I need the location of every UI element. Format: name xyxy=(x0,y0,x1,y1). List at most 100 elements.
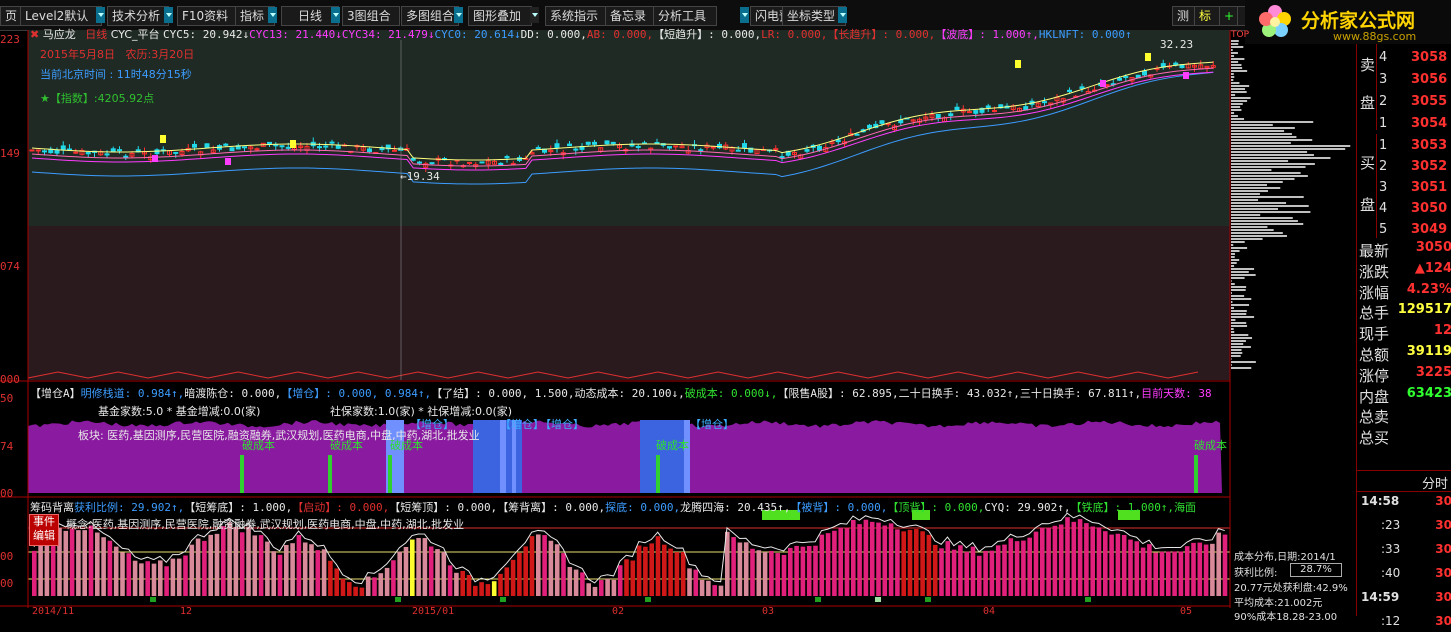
orderbook-row[interactable]: 23055 xyxy=(1379,92,1451,112)
candle xyxy=(393,150,397,151)
candle xyxy=(330,142,334,143)
profile-bar xyxy=(1231,265,1234,267)
chip-bar xyxy=(637,546,642,596)
chip-bar xyxy=(668,549,673,596)
chip-bar xyxy=(813,546,818,596)
event-edit-button[interactable]: 事件 编辑 xyxy=(29,514,59,546)
stat-label: 涨跌 xyxy=(1359,261,1389,282)
chip-bar xyxy=(920,531,925,596)
chip-bar xyxy=(1002,545,1007,596)
candle xyxy=(511,164,515,165)
chip-bar xyxy=(1223,535,1228,596)
zengcang-label: 【增仓】 xyxy=(540,416,584,432)
chip-bar xyxy=(914,529,919,596)
bottom-signal xyxy=(150,597,156,602)
profile-bar xyxy=(1231,253,1235,255)
profile-bar xyxy=(1231,145,1350,147)
orderbook-row[interactable]: 43058 xyxy=(1379,48,1451,68)
profile-bar xyxy=(1231,328,1234,330)
chip-bar xyxy=(523,546,528,596)
stock-name: 马应龙 xyxy=(43,28,76,41)
chip-bar xyxy=(265,542,270,596)
profile-bar xyxy=(1231,130,1284,132)
chip-bar xyxy=(706,581,711,596)
profile-bar xyxy=(1231,346,1251,348)
chip-bar xyxy=(479,582,484,596)
candle xyxy=(836,140,840,142)
pochengben-bar xyxy=(388,455,392,493)
chip-bar xyxy=(341,579,346,596)
chip-bar xyxy=(750,549,755,596)
chip-bar xyxy=(675,552,680,596)
chip-bar xyxy=(1172,551,1177,596)
chip-bar xyxy=(851,520,856,596)
chip-bar xyxy=(1141,548,1146,596)
formula-name: CYC_平台 xyxy=(111,28,160,41)
high-label: 32.23 xyxy=(1160,38,1193,51)
logo-title: 分析家公式网 xyxy=(1301,6,1415,33)
chip-bar xyxy=(1116,534,1121,596)
chip-bar xyxy=(139,563,144,596)
bottom-signal xyxy=(500,597,506,602)
chip-bar xyxy=(983,551,988,596)
chip-bar xyxy=(568,567,573,596)
chip-bar xyxy=(996,545,1001,596)
candle xyxy=(968,112,972,113)
chip-bar xyxy=(927,535,932,596)
candle xyxy=(1068,90,1072,91)
pochengben-bar xyxy=(1194,455,1198,493)
cost-ratio-input[interactable]: 28.7% xyxy=(1290,563,1342,577)
candle xyxy=(286,147,290,148)
profile-bar xyxy=(1231,232,1283,234)
candle xyxy=(468,162,472,163)
profile-bar xyxy=(1231,175,1308,177)
chip-bar xyxy=(372,577,377,596)
orderbook-row[interactable]: 33051 xyxy=(1379,178,1451,198)
orderbook-row[interactable]: 43050 xyxy=(1379,199,1451,219)
chip-bar xyxy=(240,532,245,596)
chip-bar xyxy=(227,522,232,596)
orderbook-row[interactable]: 13053 xyxy=(1379,136,1451,156)
candle xyxy=(224,144,228,145)
chip-bar xyxy=(775,553,780,596)
chip-bar xyxy=(1135,541,1140,596)
close-icon[interactable]: ✖ xyxy=(30,28,39,41)
candle xyxy=(324,146,328,147)
tick-time: 14:58 xyxy=(1361,494,1399,508)
axis-label: 00 xyxy=(0,550,28,563)
profile-bar xyxy=(1231,250,1240,252)
cost-distribution: 成本分布,日期:2014/1 获利比例: 28.7% 20.77元处获利盘:42… xyxy=(1232,546,1356,616)
profile-bar xyxy=(1231,301,1232,303)
low-label: ←19.34 xyxy=(400,170,440,183)
candle xyxy=(243,147,247,148)
chip-bar xyxy=(278,555,283,596)
chip-bar xyxy=(1078,519,1083,596)
chip-bar xyxy=(1046,528,1051,596)
stat-row: 总卖 xyxy=(1357,406,1451,427)
profile-bar xyxy=(1231,274,1256,276)
candle xyxy=(43,151,47,152)
stat-row: 涨停3225 xyxy=(1357,365,1451,386)
orderbook-row[interactable]: 13054 xyxy=(1379,114,1451,134)
indicator-value: 【筹背离】: 0.000, xyxy=(497,501,605,514)
orderbook-row[interactable]: 23052 xyxy=(1379,157,1451,177)
chip-bar xyxy=(164,566,169,596)
orderbook-row[interactable]: 33056 xyxy=(1379,70,1451,90)
profile-bar xyxy=(1231,235,1287,237)
chip-bar xyxy=(845,528,850,596)
candle xyxy=(1118,78,1122,80)
chip-bar xyxy=(763,552,768,596)
profile-bar xyxy=(1231,367,1251,369)
profile-bar xyxy=(1231,322,1246,324)
indicator-value: LR: 0.000, xyxy=(761,28,827,41)
pochengben-bar xyxy=(240,455,244,493)
chip-bar xyxy=(801,547,806,596)
orderbook-row[interactable]: 53049 xyxy=(1379,220,1451,240)
profile-bar xyxy=(1231,118,1244,120)
bottom-signal xyxy=(815,597,821,602)
level-price: 3055 xyxy=(1411,94,1447,109)
indicator-value: 【长趋升】: 0.000, xyxy=(827,28,935,41)
candle xyxy=(411,158,415,160)
chip-bar xyxy=(492,581,497,596)
candle xyxy=(86,152,90,153)
